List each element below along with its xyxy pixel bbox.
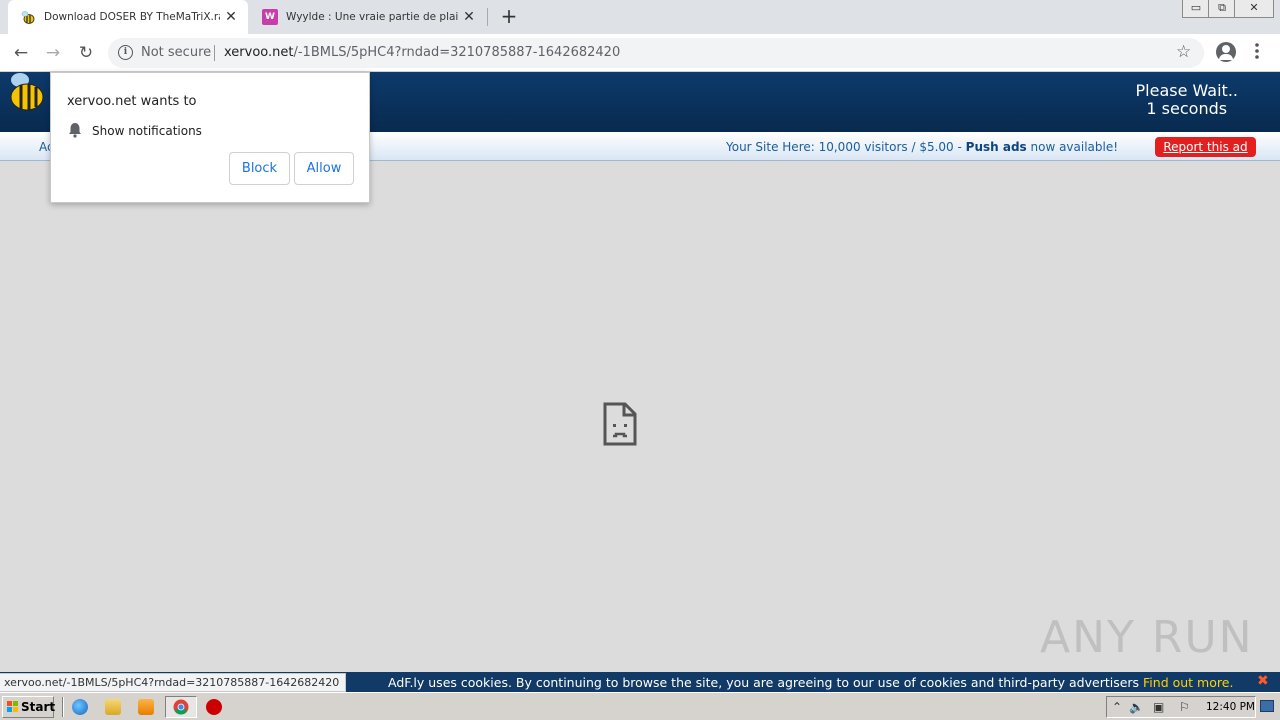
windows-taskbar: Start ⌃ 🔈 ▣ ⚐ 12:40 PM [0,692,1280,720]
tab-separator [487,8,488,26]
tab-title: Download DOSER BY TheMaTriX.rar [44,11,220,23]
adbar-prefix: Your Site Here: 10,000 visitors / $5.00 … [726,140,966,154]
allow-button[interactable]: Allow [294,152,354,185]
security-label[interactable]: Not secure [141,45,211,60]
countdown-timer: Please Wait.. 1 seconds [1136,82,1239,118]
notification-permission-dialog: xervoo.net wants to Show notifications B… [50,72,370,203]
omnibox-divider [214,45,215,61]
bee-favicon-icon [20,9,36,25]
anyrun-watermark: ANY RUN [1040,612,1254,663]
sad-document-icon [602,402,638,446]
restore-button[interactable]: ⧉ [1208,0,1236,18]
cookie-text: AdF.ly uses cookies. By continuing to br… [388,675,1233,690]
minimize-button[interactable]: ▭ [1182,0,1210,18]
url-path: /-1BMLS/5pHC4?rndad=3210785887-164268242… [293,45,621,60]
tab-title: Wyylde : Une vraie partie de plaisir [286,11,458,23]
up-arrow-icon[interactable]: ⌃ [1112,700,1122,714]
tab-wyylde[interactable]: W Wyylde : Une vraie partie de plaisir ✕ [250,0,486,34]
countdown-line1: Please Wait.. [1135,81,1239,100]
tab-strip: Download DOSER BY TheMaTriX.rar ✕ W Wyyl… [0,0,1280,34]
address-bar[interactable]: i Not secure xervoo.net/-1BMLS/5pHC4?rnd… [108,38,1204,68]
close-tab-icon[interactable]: ✕ [458,9,480,25]
explorer-folder-icon[interactable] [105,699,121,715]
bell-icon [68,122,82,138]
start-button[interactable]: Start [2,696,56,718]
clock[interactable]: 12:40 PM [1206,701,1255,713]
adbar-bold: Push ads [965,140,1027,154]
taskbar-chrome-button[interactable] [165,696,197,718]
chrome-icon [173,699,189,715]
cookie-close-icon[interactable]: ✖ [1257,673,1269,689]
forward-icon[interactable]: → [42,42,64,64]
cookie-message: AdF.ly uses cookies. By continuing to br… [388,675,1144,690]
network-icon[interactable]: ▣ [1153,700,1164,714]
url-host: xervoo.net [224,45,294,60]
media-player-icon[interactable] [138,699,154,715]
reload-icon[interactable]: ↻ [75,42,97,64]
report-ad-button[interactable]: Report this ad [1155,137,1256,157]
permission-title: xervoo.net wants to [67,94,197,109]
menu-icon[interactable] [1254,42,1260,60]
flag-icon[interactable]: ⚐ [1179,700,1190,714]
push-ads-link[interactable]: Your Site Here: 10,000 visitors / $5.00 … [726,140,1118,154]
find-out-more-link[interactable]: Find out more. [1143,675,1233,690]
volume-icon[interactable]: 🔈 [1129,700,1144,714]
permission-label: Show notifications [92,124,202,138]
w-favicon-icon: W [262,9,278,25]
opera-stop-icon[interactable] [206,699,222,715]
adfly-bee-logo-icon[interactable] [8,72,46,112]
close-tab-icon[interactable]: ✕ [220,9,242,25]
back-icon[interactable]: ← [10,42,32,64]
close-window-button[interactable]: ✕ [1234,0,1274,18]
url-text[interactable]: xervoo.net/-1BMLS/5pHC4?rndad=3210785887… [224,45,620,60]
browser-toolbar: ← → ↻ i Not secure xervoo.net/-1BMLS/5pH… [0,34,1280,72]
new-tab-button[interactable]: + [498,5,520,27]
tab-doser[interactable]: Download DOSER BY TheMaTriX.rar ✕ [8,0,248,34]
adbar-suffix: now available! [1026,140,1119,154]
countdown-line2: 1 seconds [1146,99,1228,118]
info-icon[interactable]: i [118,45,133,60]
bookmark-star-icon[interactable]: ☆ [1176,42,1191,62]
ie-icon[interactable] [72,699,88,715]
show-desktop-icon[interactable] [1260,700,1274,712]
block-button[interactable]: Block [229,152,290,185]
start-label: Start [21,700,56,714]
taskbar-separator [62,697,64,717]
status-bubble-url: xervoo.net/-1BMLS/5pHC4?rndad=3210785887… [0,673,347,692]
windows-logo-icon [7,701,19,713]
account-icon[interactable] [1216,42,1236,62]
